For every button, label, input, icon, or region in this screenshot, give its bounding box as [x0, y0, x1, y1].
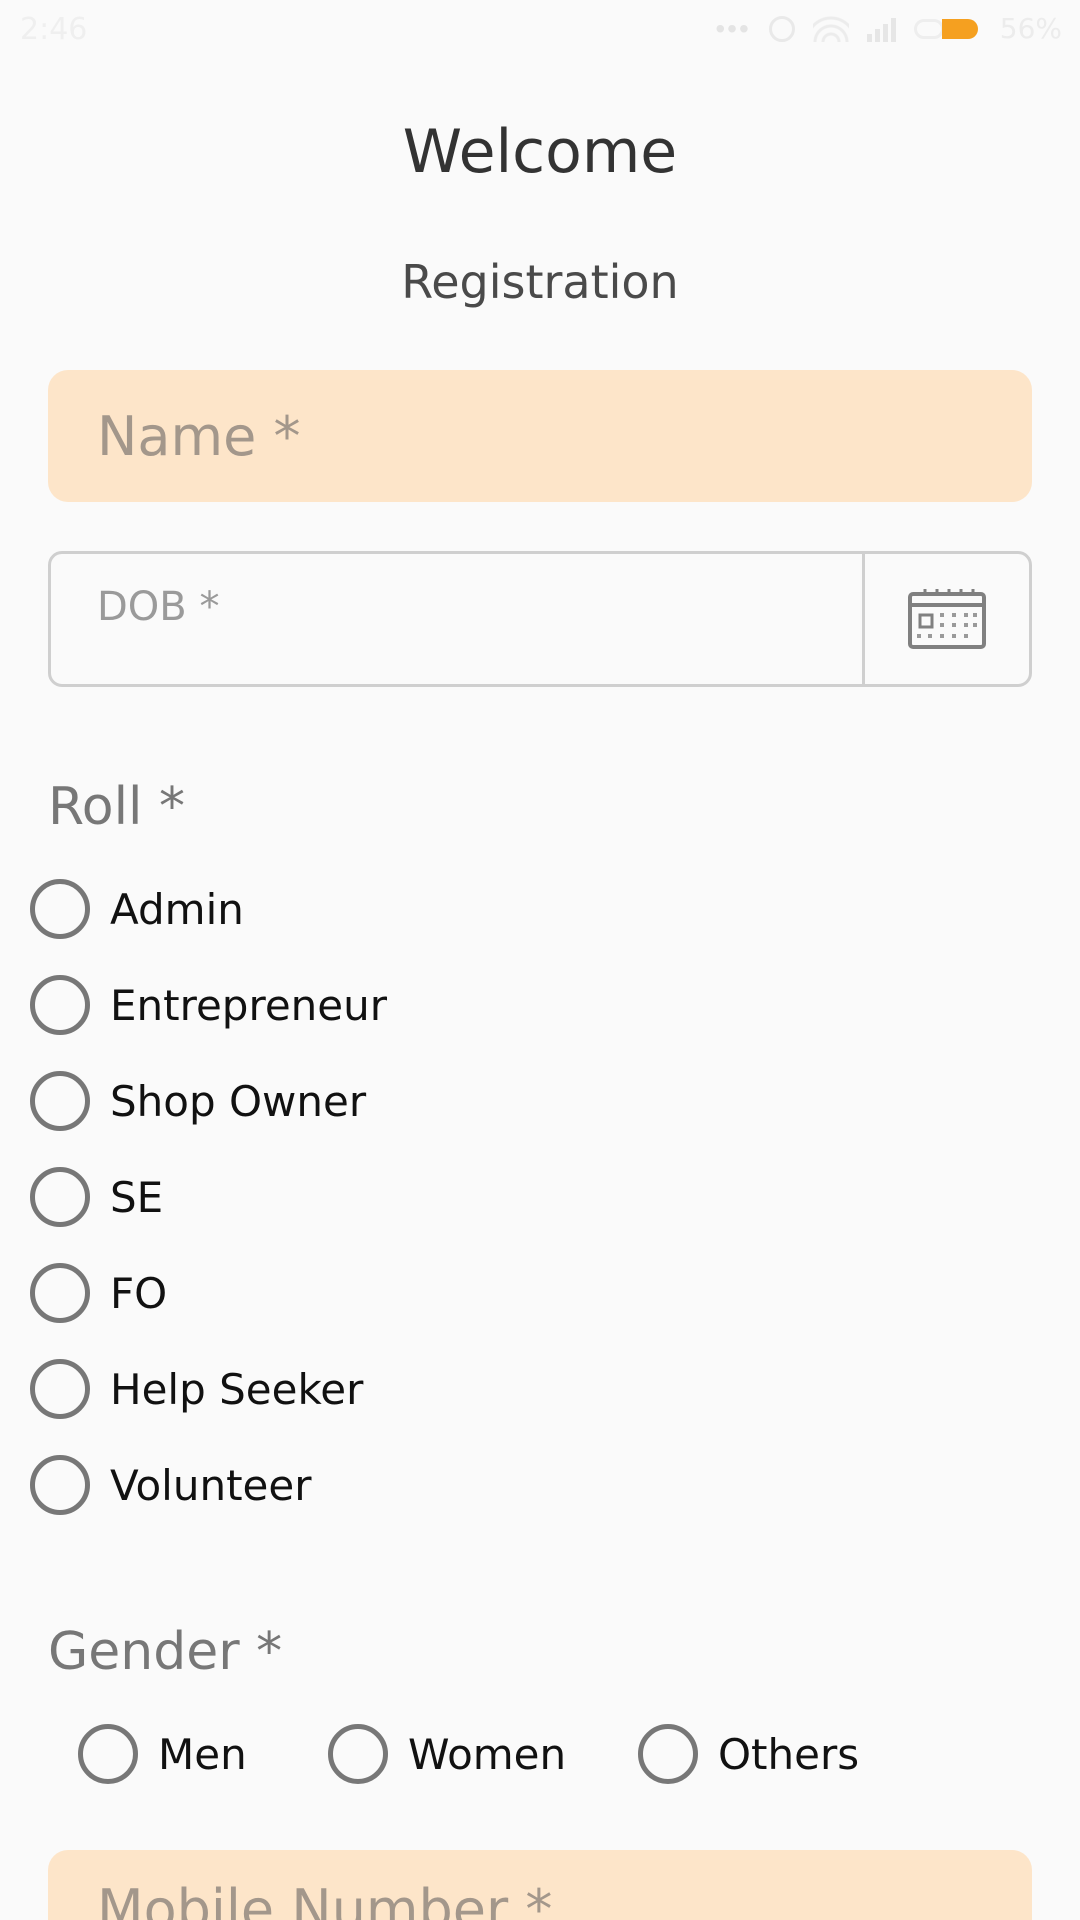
dob-input[interactable]: DOB * — [51, 554, 862, 684]
gender-option-label: Women — [408, 1729, 567, 1779]
gender-option-men[interactable]: Men — [78, 1719, 247, 1789]
battery-icon — [913, 16, 982, 42]
gender-label: Gender * — [48, 1622, 283, 1682]
radio-button[interactable] — [328, 1724, 388, 1784]
roll-option-admin[interactable]: Admin — [30, 874, 244, 944]
calendar-button[interactable] — [862, 554, 1029, 684]
radio-button[interactable] — [30, 879, 90, 939]
roll-label: Roll * — [48, 777, 186, 837]
gender-option-others[interactable]: Others — [638, 1719, 859, 1789]
dob-field-group: DOB * — [48, 551, 1032, 687]
roll-option-label: Admin — [110, 884, 244, 934]
roll-option-volunteer[interactable]: Volunteer — [30, 1450, 312, 1520]
roll-option-fo[interactable]: FO — [30, 1258, 167, 1328]
mobile-placeholder: Mobile Number * — [97, 1878, 553, 1920]
radio-button[interactable] — [30, 1359, 90, 1419]
radio-button[interactable] — [30, 1455, 90, 1515]
gender-option-label: Others — [718, 1729, 860, 1779]
roll-option-label: Entrepreneur — [110, 980, 387, 1030]
roll-option-se[interactable]: SE — [30, 1162, 163, 1232]
calendar-icon — [908, 589, 986, 649]
roll-option-shop-owner[interactable]: Shop Owner — [30, 1066, 366, 1136]
page-title: Welcome — [402, 117, 678, 187]
name-input[interactable]: Name * — [48, 370, 1032, 502]
dob-placeholder: DOB * — [97, 584, 220, 630]
roll-option-label: SE — [110, 1172, 164, 1222]
roll-option-label: Shop Owner — [110, 1076, 367, 1126]
page-subtitle: Registration — [401, 255, 679, 309]
status-time: 2:46 — [20, 12, 88, 47]
status-icons: ••• 56% — [715, 12, 1062, 45]
roll-option-label: Help Seeker — [110, 1364, 364, 1414]
radio-button[interactable] — [638, 1724, 698, 1784]
radio-button[interactable] — [30, 1263, 90, 1323]
radio-button[interactable] — [30, 1071, 90, 1131]
mobile-number-input[interactable]: Mobile Number * — [48, 1850, 1032, 1920]
signal-icon — [866, 16, 896, 42]
alarm-icon — [768, 15, 795, 42]
gender-option-label: Men — [158, 1729, 247, 1779]
roll-option-entrepreneur[interactable]: Entrepreneur — [30, 970, 387, 1040]
roll-option-help-seeker[interactable]: Help Seeker — [30, 1354, 363, 1424]
roll-option-label: Volunteer — [110, 1460, 312, 1510]
radio-button[interactable] — [30, 1167, 90, 1227]
radio-button[interactable] — [78, 1724, 138, 1784]
gender-option-women[interactable]: Women — [328, 1719, 566, 1789]
registration-screen: 2:46 ••• 56% Welcome Registration Name *… — [0, 0, 1080, 1920]
status-bar: 2:46 ••• 56% — [0, 0, 1080, 60]
notification-dots: ••• — [715, 12, 751, 44]
roll-option-label: FO — [110, 1268, 168, 1318]
battery-percent: 56% — [999, 12, 1062, 45]
wifi-icon — [812, 15, 849, 42]
name-placeholder: Name * — [97, 404, 301, 468]
radio-button[interactable] — [30, 975, 90, 1035]
